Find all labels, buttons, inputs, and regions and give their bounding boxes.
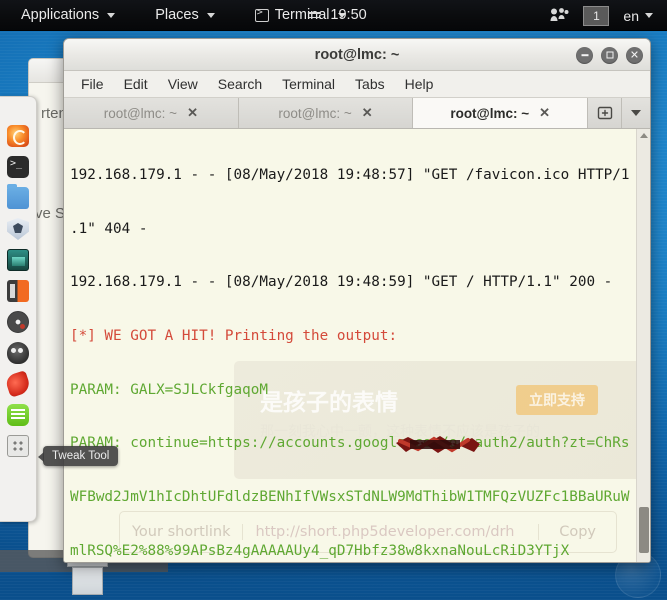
terminal-window[interactable]: root@lmc: ~ ✕ File Edit View Search Term…: [63, 38, 651, 563]
terminal-line: PARAM: continue=https://accounts.google.…: [70, 435, 630, 452]
terminal-icon: [254, 7, 269, 22]
applications-menu[interactable]: Applications: [12, 0, 124, 31]
menu-tabs[interactable]: Tabs: [346, 73, 394, 95]
chevron-down-icon: [206, 12, 215, 18]
terminal-line: 192.168.179.1 - - [08/May/2018 19:48:57]…: [70, 166, 630, 183]
tab-close-icon[interactable]: ✕: [539, 105, 550, 121]
terminal-scrollbar[interactable]: [636, 129, 650, 562]
tab-list-chevron-down-icon[interactable]: [622, 98, 650, 128]
scroll-up-icon[interactable]: [637, 129, 650, 142]
chevron-down-icon: [107, 12, 116, 18]
terminal-line: .1" 404 -: [70, 220, 148, 237]
keyboard-layout-indicator[interactable]: en: [615, 8, 661, 24]
desktop-computer-icon[interactable]: [65, 561, 110, 597]
language-label: en: [623, 7, 639, 24]
terminal-titlebar[interactable]: root@lmc: ~ ✕: [64, 39, 650, 71]
menu-search[interactable]: Search: [209, 73, 271, 95]
firefox-icon[interactable]: [7, 125, 29, 147]
terminal-tab-1[interactable]: root@lmc: ~ ✕: [64, 98, 239, 128]
window-controls[interactable]: ✕: [576, 39, 643, 71]
terminal-line: WFBwd2JmV1hIcDhtUFdldzBENhIfVWsxSTdNLW9M…: [70, 489, 630, 506]
photo-icon[interactable]: [7, 249, 29, 271]
folder-icon[interactable]: [7, 184, 29, 209]
shield-icon[interactable]: [7, 218, 29, 240]
terminal-line: PARAM: GALX=SJLCkfgaqoM: [70, 381, 268, 398]
tab-close-icon[interactable]: ✕: [362, 105, 373, 121]
terminal-line: mlRSQ%E2%88%99APsBz4gAAAAAUy4_qD7Hbfz38w…: [70, 542, 570, 559]
tab-label: root@lmc: ~: [103, 105, 178, 121]
maximize-icon[interactable]: [601, 46, 618, 64]
terminal-line: [*] WE GOT A HIT! Printing the output:: [70, 327, 398, 344]
system-tray[interactable]: 1 en: [542, 0, 667, 31]
tab-close-icon[interactable]: ✕: [187, 105, 198, 121]
terminal-line: 192.168.179.1 - - [08/May/2018 19:48:59]…: [70, 274, 613, 291]
scrollbar-thumb[interactable]: [639, 507, 649, 553]
gimp-icon[interactable]: [7, 342, 29, 364]
places-menu-label: Places: [155, 7, 199, 23]
terminal-text[interactable]: 192.168.179.1 - - [08/May/2018 19:48:57]…: [64, 129, 636, 562]
disc-icon[interactable]: [7, 311, 29, 333]
terminal-tab-2[interactable]: root@lmc: ~ ✕: [239, 98, 414, 128]
tab-label: root@lmc: ~: [450, 105, 530, 121]
applications-menu-label: Applications: [21, 7, 100, 23]
clock-label: 19:50: [330, 7, 367, 23]
split-icon[interactable]: [7, 280, 29, 302]
tab-label: root@lmc: ~: [278, 105, 352, 121]
terminal-tabbar[interactable]: root@lmc: ~ ✕ root@lmc: ~ ✕ root@lmc: ~ …: [64, 98, 650, 129]
application-dock[interactable]: [0, 96, 37, 522]
top-panel[interactable]: Applications Places Terminal 19:50 1 en: [0, 0, 667, 31]
places-menu[interactable]: Places: [146, 0, 224, 31]
menu-edit[interactable]: Edit: [115, 73, 157, 95]
terminal-icon[interactable]: [7, 156, 29, 178]
terminal-menubar[interactable]: File Edit View Search Terminal Tabs Help: [64, 71, 650, 98]
chevron-down-icon: [645, 13, 653, 18]
terminal-tab-3[interactable]: root@lmc: ~ ✕: [413, 98, 589, 128]
users-icon[interactable]: [542, 7, 577, 25]
notes-icon[interactable]: [7, 404, 29, 426]
clock[interactable]: 19:50: [307, 7, 367, 23]
new-tab-icon[interactable]: [588, 98, 623, 128]
tweak-tool-tooltip: Tweak Tool: [37, 446, 119, 466]
pepper-icon[interactable]: [4, 370, 32, 398]
terminal-output-area[interactable]: 是孩子的表情 那一刻我心中一颤，这种表情不应该是孩子的 立即支持 Your sh…: [64, 129, 650, 562]
menu-file[interactable]: File: [72, 73, 113, 95]
menu-help[interactable]: Help: [396, 73, 443, 95]
calendar-icon: [307, 11, 321, 19]
menu-view[interactable]: View: [159, 73, 207, 95]
workspace-switcher[interactable]: 1: [583, 5, 610, 26]
minimize-icon[interactable]: [576, 46, 593, 64]
close-icon[interactable]: ✕: [626, 46, 643, 64]
window-title: root@lmc: ~: [314, 46, 400, 63]
tweak-icon[interactable]: [7, 435, 29, 457]
menu-terminal[interactable]: Terminal: [273, 73, 344, 95]
